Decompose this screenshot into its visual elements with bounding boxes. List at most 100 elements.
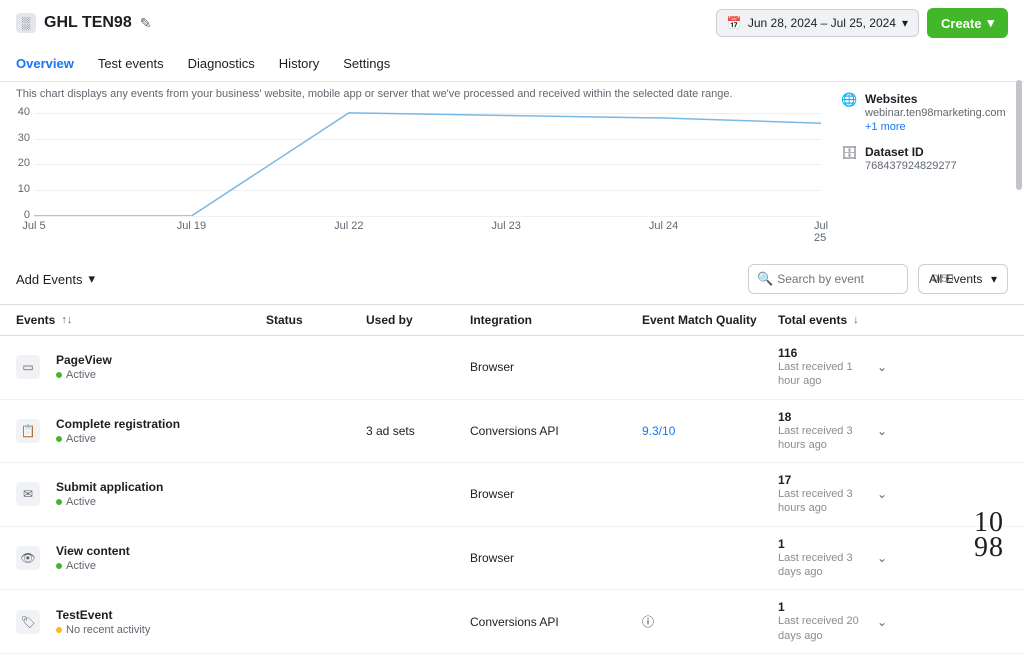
- search-input[interactable]: [777, 272, 932, 286]
- col-header-events-label: Events: [16, 313, 55, 327]
- event-status: Active: [56, 496, 163, 508]
- expand-row-icon[interactable]: ⌄: [877, 487, 887, 501]
- col-header-events[interactable]: Events ↑↓: [16, 313, 266, 327]
- table-body: ▭PageViewActiveBrowser116Last received 1…: [0, 336, 1024, 654]
- event-last-received: Last received 1 hour ago: [778, 360, 868, 389]
- y-tick-label: 0: [0, 209, 30, 221]
- event-integration: Browser: [470, 360, 642, 374]
- x-tick-label: Jul 23: [492, 220, 521, 232]
- table-row[interactable]: ✉ Submit application Active Browser 17Last r…: [0, 463, 1024, 527]
- event-last-received: Last received 3 hours ago: [778, 487, 868, 516]
- create-button-label: Create: [941, 16, 981, 31]
- dataset-id-icon: 🗄: [841, 145, 857, 174]
- event-total: 1: [778, 600, 868, 614]
- sort-down-icon: ↓: [853, 314, 859, 326]
- tab-diagnostics[interactable]: Diagnostics: [188, 46, 255, 81]
- chart-area: Jul 5Jul 19Jul 22Jul 23Jul 24Jul 25 0102…: [0, 100, 829, 238]
- event-status: Active: [56, 560, 130, 572]
- table-row[interactable]: ▭PageViewActiveBrowser116Last received 1…: [0, 336, 1024, 400]
- tab-test[interactable]: Test events: [98, 46, 164, 81]
- date-range-picker[interactable]: 📅 Jun 28, 2024 – Jul 25, 2024 ▾: [716, 9, 919, 37]
- search-wrap[interactable]: 🔍 0/50: [748, 264, 908, 294]
- event-total: 17: [778, 473, 868, 487]
- col-header-emq[interactable]: Event Match Quality: [642, 313, 778, 327]
- table-row[interactable]: 📋Complete registrationActive3 ad setsCon…: [0, 400, 1024, 464]
- event-name: TestEvent: [56, 608, 150, 622]
- table-controls: Add Events ▾ 🔍 0/50 All Events ▾: [0, 238, 1024, 304]
- x-tick-label: Jul 22: [334, 220, 363, 232]
- col-header-totals-label: Total events: [778, 313, 847, 327]
- main-column: This chart displays any events from your…: [0, 82, 829, 238]
- event-emq: 9.3/10: [642, 424, 778, 438]
- chevron-down-icon: ▾: [902, 16, 908, 30]
- event-usedby: 3 ad sets: [366, 424, 470, 438]
- event-total: 116: [778, 346, 868, 360]
- edit-title-icon[interactable]: ✎: [140, 15, 152, 32]
- table-row[interactable]: 👁View contentActiveBrowser1Last received…: [0, 527, 1024, 591]
- side-websites-more[interactable]: +1 more: [865, 121, 1006, 133]
- event-last-received: Last received 3 days ago: [778, 551, 868, 580]
- event-integration: Browser: [470, 487, 642, 501]
- side-dataset: 🗄 Dataset ID 768437924829277: [841, 145, 1012, 174]
- event-integration: Browser: [470, 551, 642, 565]
- x-axis: Jul 5Jul 19Jul 22Jul 23Jul 24Jul 25: [34, 220, 821, 238]
- expand-row-icon[interactable]: ⌄: [877, 424, 887, 438]
- dataset-icon: ░: [16, 13, 36, 33]
- table-right-controls: 🔍 0/50 All Events ▾: [748, 264, 1008, 294]
- tab-settings[interactable]: Settings: [343, 46, 390, 81]
- y-tick-label: 40: [0, 106, 30, 118]
- event-integration: Conversions API: [470, 424, 642, 438]
- x-tick-label: Jul 19: [177, 220, 206, 232]
- col-header-usedby[interactable]: Used by: [366, 313, 470, 327]
- info-icon[interactable]: ⓘ: [642, 615, 654, 629]
- event-status: No recent activity: [56, 624, 150, 636]
- add-events-button[interactable]: Add Events ▾: [16, 265, 95, 293]
- event-type-icon: ✉: [16, 482, 40, 506]
- emq-link[interactable]: 9.3/10: [642, 424, 675, 438]
- expand-row-icon[interactable]: ⌄: [877, 551, 887, 565]
- col-header-totals[interactable]: Total events ↓: [778, 313, 868, 327]
- tabs: Overview Test events Diagnostics History Set…: [0, 46, 1024, 82]
- event-name: PageView: [56, 353, 112, 367]
- event-emq: ⓘ: [642, 613, 778, 630]
- expand-row-icon[interactable]: ⌄: [877, 360, 887, 374]
- search-icon: 🔍: [757, 271, 773, 287]
- tab-overview[interactable]: Overview: [16, 46, 74, 81]
- event-status: Active: [56, 433, 180, 445]
- date-range-label: Jun 28, 2024 – Jul 25, 2024: [748, 16, 896, 30]
- event-total: 1: [778, 537, 868, 551]
- y-tick-label: 10: [0, 183, 30, 195]
- header-right-controls: 📅 Jun 28, 2024 – Jul 25, 2024 ▾ Create ▾: [716, 8, 1008, 38]
- chevron-down-icon: ▾: [987, 15, 994, 31]
- globe-icon: 🌐: [841, 92, 857, 133]
- event-last-received: Last received 20 days ago: [778, 614, 868, 643]
- x-tick-label: Jul 5: [22, 220, 45, 232]
- event-status: Active: [56, 369, 112, 381]
- x-tick-label: Jul 24: [649, 220, 678, 232]
- table-header: Events ↑↓ Status Used by Integration Eve…: [0, 304, 1024, 336]
- event-last-received: Last received 3 hours ago: [778, 424, 868, 453]
- event-type-icon: 📋: [16, 419, 40, 443]
- y-tick-label: 30: [0, 132, 30, 144]
- col-header-integration[interactable]: Integration: [470, 313, 642, 327]
- event-type-icon: 🏷: [16, 610, 40, 634]
- x-tick-label: Jul 25: [814, 220, 828, 244]
- event-name: Submit application: [56, 480, 163, 494]
- side-websites-label: Websites: [865, 92, 1006, 106]
- create-button[interactable]: Create ▾: [927, 8, 1008, 38]
- title-wrap: ░ GHL TEN98 ✎: [16, 13, 151, 33]
- expand-row-icon[interactable]: ⌄: [877, 615, 887, 629]
- add-events-label: Add Events: [16, 272, 83, 287]
- table-row[interactable]: 🏷TestEventNo recent activityConversions …: [0, 590, 1024, 654]
- sort-icon: ↑↓: [61, 314, 72, 326]
- tab-history[interactable]: History: [279, 46, 319, 81]
- scrollbar-thumb[interactable]: [1016, 80, 1022, 190]
- side-websites-value: webinar.ten98marketing.com: [865, 106, 1006, 121]
- chart-description: This chart displays any events from your…: [0, 82, 829, 100]
- side-dataset-label: Dataset ID: [865, 145, 957, 159]
- chevron-down-icon: ▾: [991, 272, 997, 286]
- side-websites: 🌐 Websites webinar.ten98marketing.com +1…: [841, 92, 1012, 133]
- events-filter-select[interactable]: All Events ▾: [918, 264, 1008, 294]
- col-header-status[interactable]: Status: [266, 313, 366, 327]
- y-tick-label: 20: [0, 157, 30, 169]
